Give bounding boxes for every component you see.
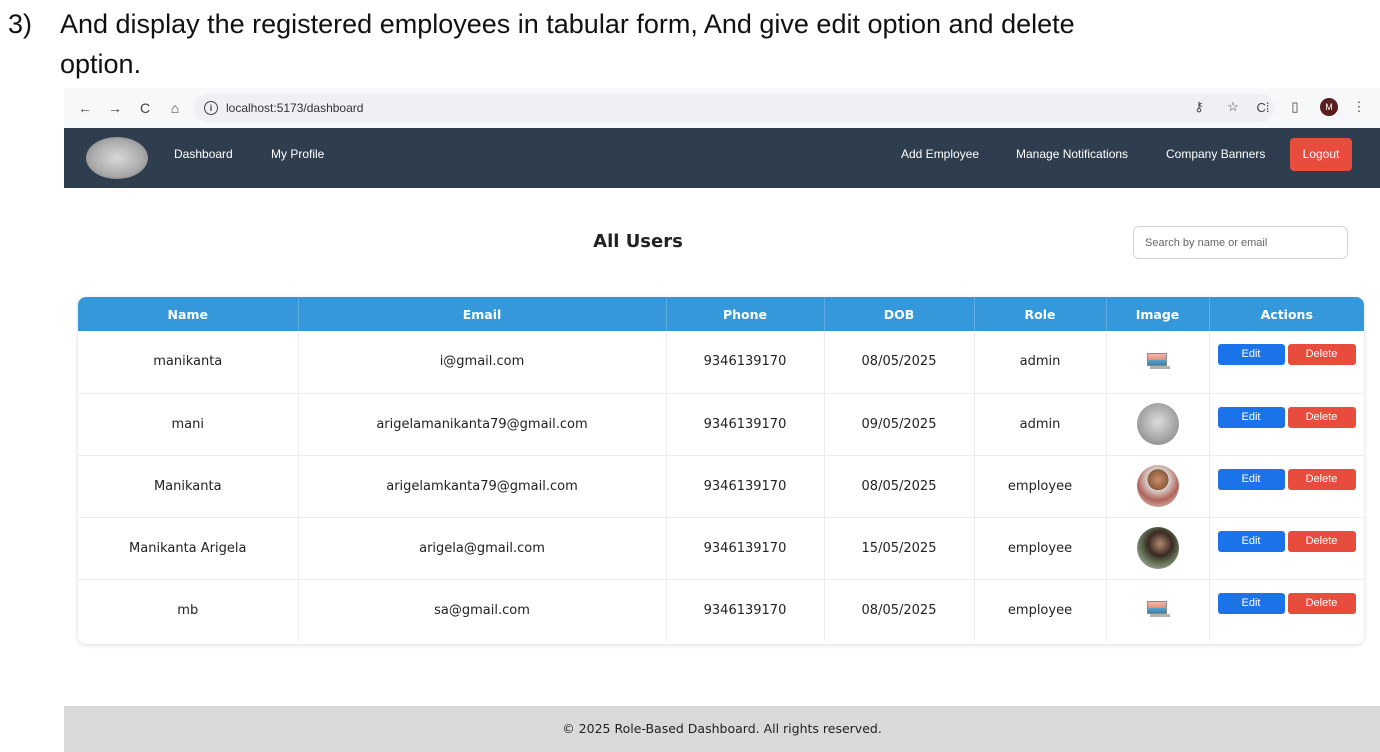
broken-image-icon	[1145, 350, 1171, 370]
edit-button[interactable]: Edit	[1217, 530, 1285, 552]
delete-button[interactable]: Delete	[1287, 592, 1356, 614]
instruction-heading: 3) And display the registered employees i…	[8, 4, 1075, 84]
cell-image	[1106, 331, 1210, 394]
site-info-icon[interactable]: i	[204, 101, 218, 115]
star-icon[interactable]: ☆	[1222, 96, 1244, 118]
reload-icon[interactable]: C	[134, 97, 156, 119]
table-row: mb sa@gmail.com 9346139170 08/05/2025 em…	[78, 579, 1364, 641]
cell-role: employee	[974, 455, 1107, 518]
header-phone[interactable]: Phone	[666, 297, 825, 331]
cell-image	[1106, 579, 1210, 641]
instruction-number: 3)	[8, 9, 33, 39]
url-text: localhost:5173/dashboard	[226, 101, 364, 115]
broken-image-icon	[1145, 598, 1171, 618]
cell-email: arigelamkanta79@gmail.com	[298, 455, 667, 518]
table-header-row: Name Email Phone DOB Role Image Actions	[78, 297, 1364, 331]
cell-image	[1106, 393, 1210, 456]
user-photo-avatar	[1136, 465, 1179, 507]
delete-button[interactable]: Delete	[1287, 468, 1356, 490]
profile-avatar[interactable]: M	[1320, 98, 1338, 116]
header-email[interactable]: Email	[298, 297, 667, 331]
cell-actions: Edit Delete	[1209, 455, 1364, 518]
cell-name: Manikanta Arigela	[78, 517, 299, 580]
header-dob[interactable]: DOB	[824, 297, 975, 331]
cell-role: admin	[974, 331, 1107, 394]
nav-my-profile[interactable]: My Profile	[271, 128, 324, 188]
forward-icon[interactable]: →	[104, 97, 126, 119]
delete-button[interactable]: Delete	[1287, 530, 1356, 552]
nav-add-employee[interactable]: Add Employee	[901, 128, 979, 188]
edit-button[interactable]: Edit	[1217, 592, 1285, 614]
puzzle-icon[interactable]: ▯	[1284, 96, 1306, 118]
edit-button[interactable]: Edit	[1217, 468, 1285, 490]
logout-button[interactable]: Logout	[1290, 138, 1352, 171]
cell-role: employee	[974, 579, 1107, 641]
user-photo-avatar	[1136, 527, 1179, 569]
table-row: mani arigelamanikanta79@gmail.com 934613…	[78, 393, 1364, 456]
footer: © 2025 Role-Based Dashboard. All rights …	[64, 706, 1380, 752]
instruction-line-2: option.	[60, 49, 142, 79]
cell-actions: Edit Delete	[1209, 579, 1364, 641]
menu-icon[interactable]: ⋮	[1348, 96, 1370, 118]
cell-image	[1106, 455, 1210, 518]
edit-button[interactable]: Edit	[1217, 344, 1285, 365]
cell-image	[1106, 517, 1210, 580]
navbar: Dashboard My Profile Add Employee Manage…	[64, 128, 1380, 188]
logo-avatar	[1136, 403, 1179, 445]
header-actions[interactable]: Actions	[1209, 297, 1364, 331]
cell-email: arigelamanikanta79@gmail.com	[298, 393, 667, 456]
company-logo[interactable]	[86, 137, 148, 179]
cell-phone: 9346139170	[666, 393, 825, 456]
cell-name: mb	[78, 579, 299, 641]
nav-manage-notifications[interactable]: Manage Notifications	[1016, 128, 1128, 188]
back-icon[interactable]: ←	[74, 97, 96, 119]
delete-button[interactable]: Delete	[1287, 406, 1356, 428]
table-row: Manikanta arigelamkanta79@gmail.com 9346…	[78, 455, 1364, 518]
cell-role: employee	[974, 517, 1107, 580]
cell-name: Manikanta	[78, 455, 299, 518]
cell-actions: Edit Delete	[1209, 517, 1364, 580]
delete-button[interactable]: Delete	[1287, 344, 1356, 365]
header-name[interactable]: Name	[78, 297, 299, 331]
cell-dob: 08/05/2025	[824, 455, 975, 518]
cell-dob: 08/05/2025	[824, 579, 975, 641]
cell-actions: Edit Delete	[1209, 331, 1364, 394]
browser-window: ← → C ⌂ i localhost:5173/dashboard ⚷ ☆ C…	[64, 88, 1380, 752]
table-row: Manikanta Arigela arigela@gmail.com 9346…	[78, 517, 1364, 580]
cell-name: mani	[78, 393, 299, 456]
edit-button[interactable]: Edit	[1217, 406, 1285, 428]
cell-phone: 9346139170	[666, 517, 825, 580]
browser-toolbar: ← → C ⌂ i localhost:5173/dashboard ⚷ ☆ C…	[64, 88, 1380, 128]
cell-email: i@gmail.com	[298, 331, 667, 394]
cell-dob: 09/05/2025	[824, 393, 975, 456]
cell-phone: 9346139170	[666, 455, 825, 518]
extensions-icon[interactable]: C⁞	[1252, 96, 1274, 118]
cell-dob: 15/05/2025	[824, 517, 975, 580]
header-image[interactable]: Image	[1106, 297, 1210, 331]
instruction-line-1: And display the registered employees in …	[60, 9, 1075, 39]
table-row: manikanta i@gmail.com 9346139170 08/05/2…	[78, 331, 1364, 394]
nav-company-banners[interactable]: Company Banners	[1166, 128, 1265, 188]
cell-name: manikanta	[78, 331, 299, 394]
users-table: Name Email Phone DOB Role Image Actions …	[78, 297, 1364, 644]
cell-email: arigela@gmail.com	[298, 517, 667, 580]
home-icon[interactable]: ⌂	[164, 97, 186, 119]
page-title: All Users	[593, 231, 683, 252]
cell-dob: 08/05/2025	[824, 331, 975, 394]
cell-phone: 9346139170	[666, 331, 825, 394]
cell-phone: 9346139170	[666, 579, 825, 641]
cell-role: admin	[974, 393, 1107, 456]
nav-dashboard[interactable]: Dashboard	[174, 128, 233, 188]
search-input[interactable]	[1133, 226, 1348, 259]
key-icon[interactable]: ⚷	[1188, 96, 1210, 118]
header-role[interactable]: Role	[974, 297, 1107, 331]
cell-email: sa@gmail.com	[298, 579, 667, 641]
address-bar[interactable]: i localhost:5173/dashboard	[194, 94, 1274, 122]
cell-actions: Edit Delete	[1209, 393, 1364, 456]
